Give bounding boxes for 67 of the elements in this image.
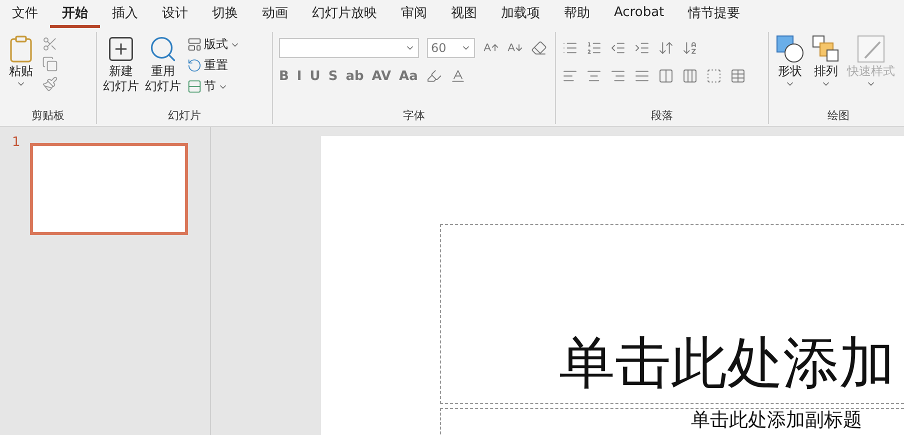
slide-number: 1 <box>12 135 20 150</box>
font-format-button[interactable]: AV <box>372 68 392 84</box>
numbering-icon[interactable] <box>586 40 602 56</box>
line-spacing-icon[interactable] <box>658 40 674 56</box>
section-button[interactable]: 节 <box>187 78 240 95</box>
group-label: 剪贴板 <box>30 108 66 124</box>
ribbon-tab[interactable]: 帮助 <box>552 0 602 28</box>
slide-subtitle: 单击此处添加副标题 <box>691 409 863 431</box>
align-text-icon[interactable] <box>706 68 722 84</box>
ribbon-tab[interactable]: 幻灯片放映 <box>300 0 389 28</box>
ribbon-tab[interactable]: 加载项 <box>489 0 552 28</box>
section-icon <box>187 79 202 94</box>
new-slide-button[interactable]: 新建 幻灯片 <box>103 32 139 108</box>
ribbon-tab[interactable]: 文件 <box>0 0 50 28</box>
ribbon-tab[interactable]: 切换 <box>200 0 250 28</box>
group-label: 段落 <box>650 108 674 124</box>
format-painter-icon[interactable] <box>42 76 58 92</box>
layout-button[interactable]: 版式 <box>187 36 240 53</box>
ribbon-tab[interactable]: 插入 <box>100 0 150 28</box>
distribute-icon[interactable] <box>658 68 674 84</box>
font-format-button[interactable]: ab <box>346 68 364 84</box>
font-format-button[interactable]: U <box>310 68 320 84</box>
group-label: 绘图 <box>826 108 850 124</box>
highlighter-icon[interactable] <box>426 68 442 84</box>
clear-format-icon[interactable] <box>531 40 547 56</box>
brush-square-icon <box>856 34 886 64</box>
ribbon-tab[interactable]: Acrobat <box>602 2 676 26</box>
font-color-icon[interactable] <box>450 68 466 84</box>
title-placeholder[interactable]: 单击此处添加 <box>440 224 904 404</box>
group-label: 幻灯片 <box>167 108 202 124</box>
ribbon-tab[interactable]: 动画 <box>250 0 300 28</box>
align-left-icon[interactable] <box>562 68 578 84</box>
outdent-icon[interactable] <box>610 40 626 56</box>
paste-button[interactable]: 粘贴 <box>6 32 36 108</box>
font-format-button[interactable]: S <box>328 68 338 84</box>
reset-button[interactable]: 重置 <box>187 57 240 74</box>
arrange-icon <box>811 34 841 64</box>
reset-icon <box>187 58 202 73</box>
subtitle-placeholder[interactable]: 单击此处添加副标题 <box>440 408 904 435</box>
font-format-button[interactable]: Aa <box>399 68 418 84</box>
layout-icon <box>187 37 202 52</box>
arrange-button[interactable]: 排列 <box>811 32 841 108</box>
align-right-icon[interactable] <box>610 68 626 84</box>
indent-icon[interactable] <box>634 40 650 56</box>
shapes-button[interactable]: 形状 <box>775 32 805 108</box>
smartart-icon[interactable] <box>730 68 746 84</box>
ribbon-tab[interactable]: 情节提要 <box>676 0 752 28</box>
new-slide-icon <box>106 34 136 64</box>
copy-icon[interactable] <box>42 56 58 72</box>
search-icon <box>148 34 178 64</box>
font-name-field[interactable] <box>279 38 419 58</box>
text-direction-icon[interactable] <box>682 40 698 56</box>
cut-icon[interactable] <box>42 36 58 52</box>
font-size-field[interactable]: 60 <box>427 38 475 58</box>
columns-icon[interactable] <box>682 68 698 84</box>
ribbon-tab[interactable]: 设计 <box>150 0 200 28</box>
justify-icon[interactable] <box>634 68 650 84</box>
align-center-icon[interactable] <box>586 68 602 84</box>
slide-thumbnail[interactable] <box>30 143 188 235</box>
font-format-button[interactable]: B <box>279 68 289 84</box>
group-label: 字体 <box>402 108 426 124</box>
ribbon-tab[interactable]: 审阅 <box>389 0 439 28</box>
slide-title: 单击此处添加 <box>559 330 895 398</box>
ribbon-tab[interactable]: 视图 <box>439 0 489 28</box>
shapes-icon <box>775 34 805 64</box>
reuse-slides-button[interactable]: 重用 幻灯片 <box>145 32 181 108</box>
font-format-button[interactable]: I <box>296 68 302 84</box>
